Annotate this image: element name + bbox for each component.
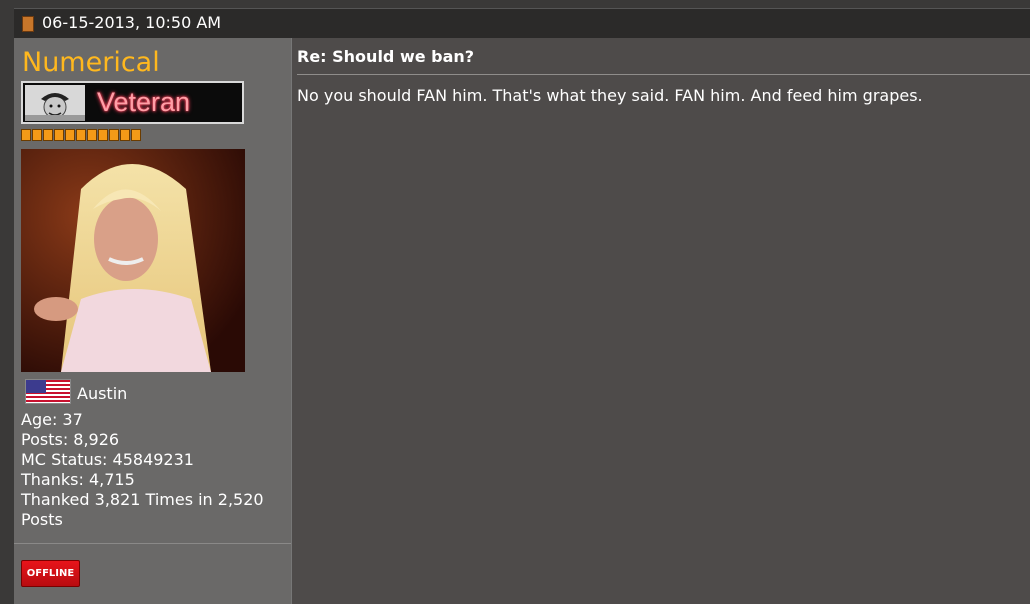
reputation-pip xyxy=(120,129,130,141)
title-divider xyxy=(297,74,1030,75)
reputation-bar[interactable] xyxy=(21,129,141,141)
post-date: 06-15-2013, 10:50 AM xyxy=(42,13,222,32)
post-title: Re: Should we ban? xyxy=(297,47,475,66)
user-mc-status: MC Status: 45849231 xyxy=(21,450,194,469)
username-link[interactable]: Numerical xyxy=(22,47,160,79)
user-sidebar: Numerical Veteran Austin Age: 37 Posts: … xyxy=(14,38,291,604)
reputation-pip xyxy=(131,129,141,141)
user-thanked: Thanked 3,821 Times in 2,520 Posts xyxy=(21,490,264,529)
reputation-pip xyxy=(43,129,53,141)
reputation-pip xyxy=(54,129,64,141)
rank-title: Veteran xyxy=(97,87,191,117)
reputation-pip xyxy=(87,129,97,141)
reputation-pip xyxy=(98,129,108,141)
post-icon xyxy=(22,16,34,32)
rank-badge: Veteran xyxy=(21,81,244,124)
offline-status-badge: OFFLINE xyxy=(21,560,80,587)
reputation-pip xyxy=(21,129,31,141)
post-header: 06-15-2013, 10:50 AM xyxy=(14,8,1030,38)
us-flag-icon xyxy=(25,379,71,404)
user-post-count: Posts: 8,926 xyxy=(21,430,120,449)
user-location: Austin xyxy=(77,384,128,403)
user-avatar[interactable] xyxy=(21,149,245,372)
reputation-pip xyxy=(76,129,86,141)
rank-badge-art-icon xyxy=(25,85,85,121)
post-message: No you should FAN him. That's what they … xyxy=(297,86,923,105)
user-thanks: Thanks: 4,715 xyxy=(21,470,135,489)
avatar-image xyxy=(21,149,245,372)
reputation-pip xyxy=(109,129,119,141)
post-content: Re: Should we ban? No you should FAN him… xyxy=(291,38,1030,604)
user-age: Age: 37 xyxy=(21,410,83,429)
sidebar-divider xyxy=(14,543,291,544)
user-stats: Age: 37 Posts: 8,926 MC Status: 45849231… xyxy=(21,410,286,530)
reputation-pip xyxy=(32,129,42,141)
reputation-pip xyxy=(65,129,75,141)
